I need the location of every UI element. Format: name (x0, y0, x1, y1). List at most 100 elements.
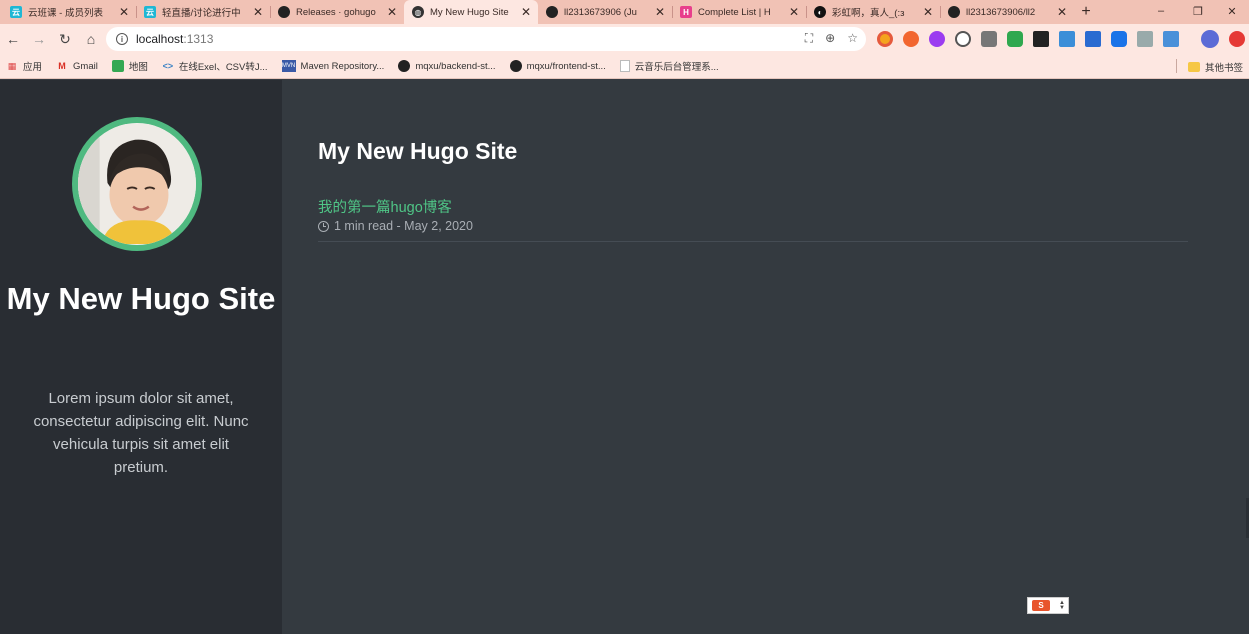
browser-tab-active[interactable]: ◍ My New Hugo Site ✕ (404, 0, 538, 24)
bookmark-label: 云音乐后台管理系... (634, 62, 719, 73)
github-icon (546, 6, 558, 18)
bookmark-csv[interactable]: <> 在线Exel、CSV转J... (162, 59, 268, 73)
window-close-button[interactable]: ✕ (1214, 0, 1249, 22)
extension-icon[interactable] (1229, 31, 1245, 47)
site-icon: ◐ (814, 6, 826, 18)
post-meta-text: 1 min read - May 2, 2020 (334, 219, 473, 233)
hexo-icon: H (680, 6, 692, 18)
ime-arrows-icon[interactable]: ▲ ▼ (1059, 600, 1065, 611)
address-bar[interactable]: i localhost:1313 ⛶ ⊕ ☆ (106, 27, 866, 51)
hugo-page: My New Hugo Site Lorem ipsum dolor sit a… (0, 80, 1249, 634)
tab-close-icon[interactable]: ✕ (386, 5, 398, 19)
tab-close-icon[interactable]: ✕ (654, 5, 666, 19)
evernote-icon[interactable] (1007, 31, 1023, 47)
bookmark-star-icon[interactable]: ☆ (847, 31, 858, 46)
bookmarks-bar: ▦ 应用 M Gmail 地图 <> 在线Exel、CSV转J... MVN M… (0, 54, 1249, 79)
minimize-button[interactable]: – (1143, 0, 1179, 22)
bookmark-label: 在线Exel、CSV转J... (178, 62, 268, 73)
clock-icon (318, 220, 329, 232)
restore-button[interactable]: ❐ (1180, 0, 1216, 22)
extension-icon[interactable] (903, 31, 919, 47)
folder-icon (1187, 62, 1200, 72)
apps-grid-icon: ▦ (7, 60, 17, 71)
bookmark-label: 地图 (128, 62, 148, 73)
code-icon: <> (162, 61, 174, 71)
extension-icon[interactable] (1085, 31, 1101, 47)
tab-title: Complete List | H (698, 6, 771, 18)
page-icon (619, 60, 630, 72)
sidebar-description: Lorem ipsum dolor sit amet, consectetur … (33, 390, 249, 476)
bookmark-label: Gmail (73, 60, 98, 72)
post-meta: 1 min read - May 2, 2020 (318, 219, 473, 233)
tab-title: Releases · gohugo (296, 6, 376, 18)
tab-title: 轻直播/讨论进行中 (162, 8, 241, 19)
extension-icon[interactable] (929, 31, 945, 47)
tab-title: 云班课 - 成员列表 (28, 8, 103, 19)
cloud-class-icon: 云 (144, 6, 156, 18)
url-port: :1313 (183, 32, 214, 46)
profile-avatar[interactable] (1201, 30, 1219, 48)
other-bookmarks-label: 其他书签 (1204, 63, 1243, 74)
maps-icon (111, 60, 124, 72)
tab-close-icon[interactable]: ✕ (1056, 5, 1068, 19)
extension-icon[interactable] (877, 31, 893, 47)
tab-close-icon[interactable]: ✕ (520, 5, 532, 19)
zoom-icon[interactable]: ⊕ (825, 31, 835, 46)
extension-icon[interactable] (1059, 31, 1075, 47)
post-title-link[interactable]: 我的第一篇hugo博客 (318, 196, 452, 217)
avatar-photo (78, 124, 196, 244)
globe-icon: ◍ (412, 6, 424, 18)
back-arrow-icon[interactable]: ← (0, 26, 26, 52)
tab-title: ll2313673906/ll2 (966, 6, 1036, 18)
page-title: My New Hugo Site (318, 138, 518, 164)
browser-tab[interactable]: 云 轻直播/讨论进行中 ✕ (136, 0, 270, 24)
github-icon (509, 60, 522, 72)
site-info-icon[interactable]: i (116, 33, 128, 45)
tab-title: ll2313673906 (Ju (564, 6, 637, 18)
avatar (72, 117, 202, 251)
bookmark-maven[interactable]: MVN Maven Repository... (281, 60, 385, 72)
browser-tab[interactable]: ll2313673906/ll2 ✕ (940, 0, 1074, 24)
sidebar-title[interactable]: My New Hugo Site (0, 276, 282, 322)
bookmark-label: 应用 (23, 62, 43, 73)
mvn-icon: MVN (281, 60, 296, 72)
translate-icon[interactable]: ⛶ (805, 31, 813, 46)
tab-title: 彩虹啊，真人_(:з (832, 8, 905, 19)
new-tab-button[interactable]: + (1074, 0, 1098, 24)
bookmark-apps[interactable]: ▦ 应用 (6, 59, 43, 74)
post-divider (318, 241, 1188, 242)
browser-tab[interactable]: H Complete List | H ✕ (672, 0, 806, 24)
bookmark-gmail[interactable]: M Gmail (56, 60, 98, 72)
browser-tab[interactable]: ll2313673906 (Ju ✕ (538, 0, 672, 24)
browser-tab[interactable]: 云 云班课 - 成员列表 ✕ (2, 0, 136, 24)
bookmark-label: Maven Repository... (300, 60, 385, 72)
bookmark-label: mqxu/frontend-st... (526, 60, 606, 72)
bookmark-music-admin[interactable]: 云音乐后台管理系... (619, 59, 719, 73)
extension-icon[interactable] (1033, 31, 1049, 47)
browser-tab[interactable]: Releases · gohugo ✕ (270, 0, 404, 24)
bookmark-backend[interactable]: mqxu/backend-st... (398, 60, 496, 72)
tab-close-icon[interactable]: ✕ (252, 5, 264, 19)
browser-tab[interactable]: ◐ 彩虹啊，真人_(:з ✕ (806, 0, 940, 24)
tab-close-icon[interactable]: ✕ (118, 5, 130, 19)
tab-close-icon[interactable]: ✕ (922, 5, 934, 19)
tab-close-icon[interactable]: ✕ (788, 5, 800, 19)
sidebar: My New Hugo Site Lorem ipsum dolor sit a… (0, 80, 282, 634)
tab-strip: 云 云班课 - 成员列表 ✕ 云 轻直播/讨论进行中 ✕ Releases · … (0, 0, 1249, 24)
reload-icon[interactable]: ↻ (52, 26, 78, 52)
home-icon[interactable]: ⌂ (78, 26, 104, 52)
cloud-class-icon: 云 (10, 6, 22, 18)
extension-icon[interactable] (955, 31, 971, 47)
extension-icon[interactable] (1111, 31, 1127, 47)
extension-icon[interactable] (981, 31, 997, 47)
forward-arrow-icon[interactable]: → (26, 26, 52, 52)
url-host: localhost (136, 32, 184, 46)
ime-toolbar[interactable]: S ▲ ▼ (1027, 597, 1069, 614)
extension-icon[interactable] (1163, 31, 1179, 47)
bookmark-maps[interactable]: 地图 (111, 59, 148, 73)
bookmark-frontend[interactable]: mqxu/frontend-st... (509, 60, 606, 72)
extension-icon[interactable] (1137, 31, 1153, 47)
other-bookmarks[interactable]: 其他书签 (1187, 60, 1243, 74)
bookmark-label: mqxu/backend-st... (415, 60, 496, 72)
sogou-ime-icon: S (1032, 600, 1050, 611)
